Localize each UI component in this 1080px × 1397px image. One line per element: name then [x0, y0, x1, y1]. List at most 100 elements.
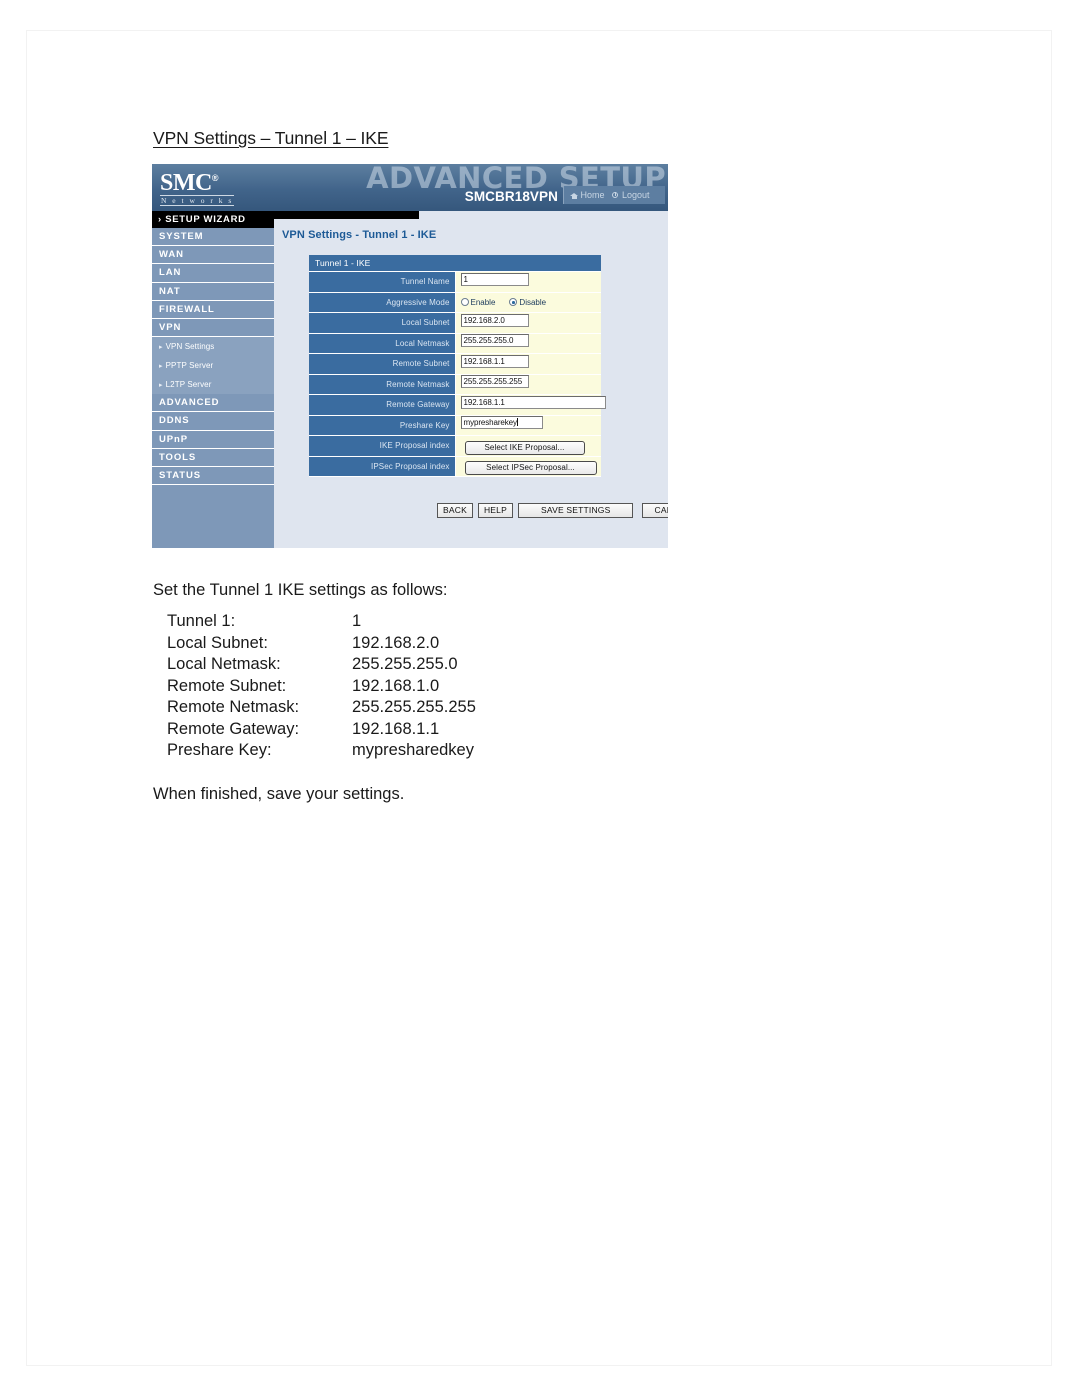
aggressive-mode-cell: Enable Disable — [455, 292, 601, 313]
router-header: ADVANCED SETUP SMC® N e t w o r k s SMCB… — [152, 164, 668, 211]
closing-text: When finished, save your settings. — [153, 785, 405, 803]
table-row-aggressive-mode: Aggressive Mode Enable Disable — [309, 292, 601, 313]
list-item: Local Subnet: 192.168.2.0 — [167, 634, 476, 656]
ipsec-proposal-cell: Select IPSec Proposal... — [455, 456, 601, 477]
sidebar-nav: › SETUP WIZARD SYSTEM WAN LAN NAT FIREWA… — [152, 211, 274, 548]
form-action-buttons: BACK HELP SAVE SETTINGS CANCEL — [437, 503, 668, 518]
local-netmask-input[interactable]: 255.255.255.0 — [460, 334, 529, 348]
sidebar-item-upnp[interactable]: UPnP — [152, 430, 274, 449]
intro-text: Set the Tunnel 1 IKE settings as follows… — [153, 581, 448, 599]
table-row-remote-gateway: Remote Gateway 192.168.1.1 — [309, 394, 606, 416]
content-page-title: VPN Settings - Tunnel 1 - IKE — [282, 229, 437, 241]
remote-gateway-input[interactable]: 192.168.1.1 — [460, 395, 606, 409]
local-netmask-cell: 255.255.255.0 — [455, 333, 601, 354]
smc-logo-subtitle: N e t w o r k s — [160, 195, 234, 206]
registered-icon: ® — [211, 173, 219, 183]
table-row-ike-proposal: IKE Proposal index Select IKE Proposal..… — [309, 435, 601, 457]
list-item: Preshare Key: mypresharedkey — [167, 741, 476, 763]
table-row-ipsec-proposal: IPSec Proposal index Select IPSec Propos… — [309, 456, 601, 477]
tunnel-name-input[interactable]: 1 — [460, 272, 529, 286]
list-item: Remote Netmask: 255.255.255.255 — [167, 698, 476, 720]
table-header-row: Tunnel 1 - IKE — [309, 255, 601, 272]
sidebar-subitem-label: VPN Settings — [165, 342, 215, 352]
table-row-remote-netmask: Remote Netmask 255.255.255.255 — [309, 374, 601, 395]
tunnel-name-cell: 1 — [455, 271, 601, 293]
table-row-tunnel-name: Tunnel Name 1 — [309, 271, 601, 293]
local-subnet-cell: 192.168.2.0 — [455, 312, 601, 334]
sidebar-item-lan[interactable]: LAN — [152, 264, 274, 283]
list-item: Local Netmask: 255.255.255.0 — [167, 655, 476, 677]
local-subnet-input[interactable]: 192.168.2.0 — [460, 313, 529, 327]
setting-value: 255.255.255.0 — [352, 655, 458, 673]
table-row-remote-subnet: Remote Subnet 192.168.1.1 — [309, 353, 601, 375]
setting-value: 1 — [352, 612, 362, 630]
logout-button[interactable]: Logout — [612, 190, 650, 200]
setting-label: Remote Netmask: — [167, 698, 300, 716]
sidebar-item-ddns[interactable]: DDNS — [152, 412, 274, 431]
setting-value: 192.168.1.0 — [352, 676, 440, 695]
ipsec-proposal-label: IPSec Proposal index — [309, 456, 456, 477]
sidebar-item-firewall[interactable]: FIREWALL — [152, 300, 274, 319]
help-button[interactable]: HELP — [477, 503, 513, 518]
table-row-local-netmask: Local Netmask 255.255.255.0 — [309, 333, 601, 354]
ike-proposal-cell: Select IKE Proposal... — [455, 435, 601, 457]
setting-value: 255.255.255.255 — [352, 698, 476, 716]
remote-netmask-label: Remote Netmask — [309, 374, 456, 395]
sidebar-item-status[interactable]: STATUS — [152, 466, 274, 486]
aggressive-disable-label: Disable — [519, 297, 547, 307]
sidebar-item-pptp-server[interactable]: ▸ PPTP Server — [152, 356, 274, 376]
remote-netmask-input[interactable]: 255.255.255.255 — [460, 375, 529, 389]
radio-enable-icon[interactable] — [460, 298, 469, 307]
form-table-header: Tunnel 1 - IKE — [309, 255, 601, 272]
list-item: Remote Gateway: 192.168.1.1 — [167, 720, 476, 742]
remote-gateway-label: Remote Gateway — [309, 394, 456, 416]
save-settings-button[interactable]: SAVE SETTINGS — [517, 503, 634, 518]
setting-value: 192.168.2.0 — [352, 633, 440, 652]
setting-label: Local Subnet: — [167, 633, 268, 652]
sidebar-item-advanced[interactable]: ADVANCED — [152, 394, 274, 413]
ike-proposal-label: IKE Proposal index — [309, 435, 456, 457]
setting-label: Remote Gateway: — [167, 719, 300, 738]
sidebar-subitem-label: L2TP Server — [165, 380, 212, 390]
remote-subnet-label: Remote Subnet — [309, 353, 456, 375]
cancel-button[interactable]: CANCEL — [642, 503, 668, 518]
logout-icon — [612, 191, 620, 199]
sidebar-item-vpn[interactable]: VPN — [152, 318, 274, 338]
setting-value: mypresharedkey — [352, 741, 474, 759]
content-top-strip — [274, 211, 419, 219]
setting-label: Preshare Key: — [167, 741, 272, 759]
select-ike-proposal-button[interactable]: Select IKE Proposal... — [464, 440, 585, 455]
remote-subnet-input[interactable]: 192.168.1.1 — [460, 354, 529, 368]
setting-value: 192.168.1.1 — [352, 719, 440, 738]
sidebar-item-tools[interactable]: TOOLS — [152, 448, 274, 467]
home-button[interactable]: Home — [570, 190, 605, 200]
local-subnet-label: Local Subnet — [309, 312, 456, 334]
preshare-key-cell: mypresharekey — [455, 415, 601, 436]
home-label: Home — [580, 190, 605, 200]
chevron-right-icon: ▸ — [159, 362, 163, 370]
sidebar-item-l2tp-server[interactable]: ▸ L2TP Server — [152, 375, 274, 395]
preshare-key-value: mypresharekey — [463, 418, 517, 428]
settings-list: Tunnel 1: 1 Local Subnet: 192.168.2.0 Lo… — [167, 612, 476, 763]
select-ipsec-proposal-button[interactable]: Select IPSec Proposal... — [464, 461, 597, 476]
sidebar-item-wan[interactable]: WAN — [152, 246, 274, 265]
remote-gateway-cell: 192.168.1.1 — [455, 394, 606, 416]
aggressive-enable-label: Enable — [470, 297, 496, 307]
setting-label: Local Netmask: — [167, 655, 281, 673]
page-title: VPN Settings – Tunnel 1 – IKE — [153, 128, 389, 148]
back-button[interactable]: BACK — [437, 503, 473, 518]
chevron-right-icon: ▸ — [159, 381, 163, 389]
sidebar-item-setup-wizard[interactable]: › SETUP WIZARD — [152, 211, 274, 228]
local-netmask-label: Local Netmask — [309, 333, 456, 354]
list-item: Remote Subnet: 192.168.1.0 — [167, 677, 476, 699]
sidebar-item-nat[interactable]: NAT — [152, 282, 274, 301]
sidebar-item-vpn-settings[interactable]: ▸ VPN Settings — [152, 337, 274, 357]
tunnel-name-label: Tunnel Name — [309, 271, 456, 293]
sidebar-item-system[interactable]: SYSTEM — [152, 228, 274, 247]
aggressive-enable-option[interactable]: Enable — [460, 297, 496, 307]
chevron-right-icon: ▸ — [159, 343, 163, 351]
aggressive-disable-option[interactable]: Disable — [509, 298, 546, 307]
radio-disable-icon[interactable] — [509, 298, 518, 307]
preshare-key-input[interactable]: mypresharekey — [460, 416, 543, 430]
aggressive-mode-label: Aggressive Mode — [309, 292, 456, 313]
